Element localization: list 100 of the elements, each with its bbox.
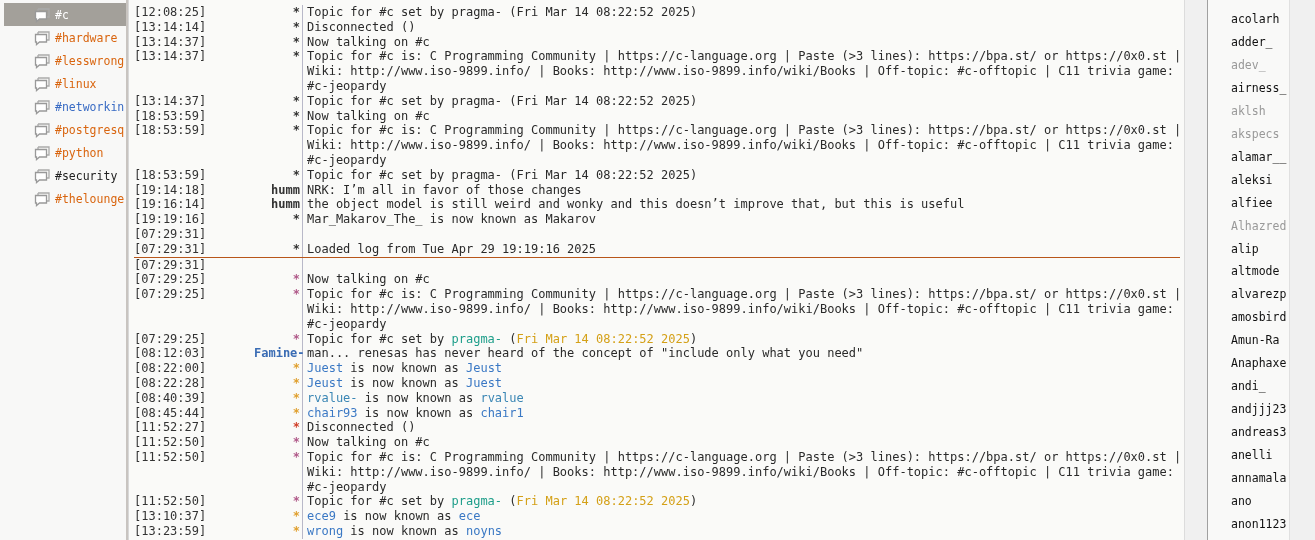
timestamp: [11:52:50] — [134, 435, 208, 450]
nick: * — [292, 405, 300, 420]
timestamp: [07:29:25] — [134, 272, 208, 288]
timestamp: [08:40:39] — [134, 390, 208, 406]
nick: * — [292, 435, 300, 450]
timestamp: [07:29:25] — [134, 331, 208, 347]
message-text: Topic for #c is: C Programming Community | https://c-language.org | Paste (>3 lines): https://bpa.st/ or https://0x0.st | Wiki: http://www.iso-9899.info/ | Books: http://www.iso-9899.info/wiki/Books | Off-topic: #c-offtopic | C11 trivia game: #c-jeopardy — [307, 449, 1183, 495]
timestamp: [13:14:14] — [134, 19, 208, 35]
user-name[interactable]: anon1123 — [1231, 516, 1289, 540]
timestamp: [13:10:37] — [134, 509, 208, 524]
message-text: Topic for #c is: C Programming Community | https://c-language.org | Paste (>3 lines): https://bpa.st/ or https://0x0.st | Wiki: http://www.iso-9899.info/ | Books: http://www.iso-9899.info/wiki/Books | Off-topic: #c-offtopic | C11 trivia game: #c-jeopardy — [307, 287, 1183, 332]
nick: humm — [271, 197, 300, 212]
timestamp: [19:14:18] — [134, 182, 208, 198]
message-text: Topic for #c is: C Programming Community | https://c-language.org | Paste (>3 lines): https://bpa.st/ or https://0x0.st | Wiki: http://www.iso-9899.info/ | Books: http://www.iso-9899.info/wiki/Books | Off-topic: #c-offtopic | C11 trivia game: #c-jeopardy — [307, 49, 1183, 94]
timestamp: [11:52:27] — [134, 420, 208, 436]
message-text: Disconnected () — [307, 19, 417, 35]
user-name[interactable]: altmode — [1231, 264, 1289, 288]
timestamp: [07:29:31] — [134, 241, 208, 257]
user-name[interactable]: alip — [1231, 241, 1289, 265]
timestamp: [19:19:16] — [134, 212, 208, 227]
channel-item[interactable]: #hardware — [4, 26, 126, 49]
timestamp: [08:12:03] — [134, 346, 208, 362]
user-name[interactable]: alfiee — [1231, 195, 1289, 219]
nick: * — [292, 420, 300, 435]
chat-bubbles-icon — [34, 6, 51, 23]
nick: * — [292, 509, 300, 524]
user-name[interactable]: andjjj23 — [1231, 402, 1289, 426]
nick: * — [292, 108, 300, 123]
channel-item[interactable]: #linux — [4, 72, 126, 95]
message-text: wrong is now known as noyns — [307, 523, 504, 539]
nick: * — [292, 241, 300, 256]
timestamp: [18:53:59] — [134, 123, 208, 140]
timestamp: [13:14:37] — [134, 34, 208, 50]
nick: * — [292, 390, 300, 405]
user-name[interactable]: andreas3 — [1231, 425, 1289, 449]
message-text: Loaded log from Tue Apr 29 19:19:16 2025 — [307, 241, 597, 257]
nick: * — [292, 123, 300, 138]
user-name[interactable]: Amun-Ra — [1231, 333, 1289, 357]
user-name[interactable]: alvarezp — [1231, 287, 1289, 311]
nick: * — [292, 93, 300, 108]
nick: humm — [271, 182, 300, 197]
user-name[interactable]: adder_ — [1231, 34, 1289, 58]
message-text: Disconnected () — [307, 420, 417, 436]
message-text: Topic for #c set by pragma- (Fri Mar 14 08:22:52 2025) — [307, 5, 699, 20]
user-name[interactable]: airness_ — [1231, 80, 1289, 104]
message-text: Now talking on #c — [307, 272, 431, 288]
message-text: Topic for #c set by pragma- (Fri Mar 14 08:22:52 2025) — [307, 93, 699, 109]
user-name[interactable]: aleksi — [1231, 172, 1289, 196]
nick: * — [292, 331, 300, 346]
nick: * — [292, 375, 300, 390]
message-text: NRK: I’m all in favor of those changes — [307, 182, 583, 198]
nick: * — [292, 212, 300, 227]
timestamp: [13:14:37] — [134, 49, 208, 66]
timestamp: [08:22:28] — [134, 375, 208, 391]
nick: * — [292, 361, 300, 376]
user-name[interactable]: acolarh — [1231, 12, 1289, 35]
nick: * — [292, 34, 300, 49]
channel-item[interactable]: #security — [4, 164, 126, 187]
timestamp: [07:29:25] — [134, 287, 208, 304]
channel-item[interactable]: #python — [4, 141, 126, 164]
message-text: Now talking on #c — [307, 34, 431, 50]
chat-bubbles-icon — [34, 29, 51, 46]
timestamp: [07:29:31] — [134, 226, 208, 242]
timestamp: [08:22:00] — [134, 361, 208, 376]
timestamp: [07:29:31] — [134, 257, 208, 273]
chat-bubbles-icon — [34, 167, 51, 184]
message-text: Topic for #c set by pragma- (Fri Mar 14 08:22:52 2025) — [307, 167, 699, 183]
message-text: Mar_Makarov_The_ is now known as Makarov — [307, 212, 597, 227]
nick: * — [292, 5, 300, 19]
nick: * — [292, 19, 300, 34]
chat-bubbles-icon — [34, 75, 51, 92]
message-text: Jeust is now known as Juest — [307, 375, 504, 391]
message-text: ece9 is now known as ece — [307, 509, 482, 524]
chat-bubbles-icon — [34, 52, 51, 69]
user-name[interactable]: andi_ — [1231, 379, 1289, 403]
message-text: the object model is still weird and wonky and this doesn’t improve that, but this is useful — [307, 197, 966, 213]
timestamp: [18:53:59] — [134, 167, 208, 183]
user-name[interactable]: Anaphaxe — [1231, 356, 1289, 380]
channel-item[interactable]: #networkin — [4, 95, 126, 118]
nick: * — [292, 287, 300, 302]
nick: * — [292, 167, 300, 182]
message-text: rvalue- is now known as rvalue — [307, 390, 525, 406]
chat-bubbles-icon — [34, 190, 51, 207]
nick: Famine- — [254, 346, 305, 361]
nick: * — [292, 272, 300, 287]
timestamp: [19:16:14] — [134, 197, 208, 213]
user-name[interactable]: anelli — [1231, 448, 1289, 472]
message-text: Juest is now known as Jeust — [307, 361, 504, 376]
chat-bubbles-icon — [34, 98, 51, 115]
message-text: Now talking on #c — [307, 108, 431, 124]
message-text: Now talking on #c — [307, 435, 431, 450]
timestamp: [13:23:59] — [134, 523, 208, 539]
nick: * — [292, 523, 300, 538]
user-name[interactable]: ano — [1231, 494, 1289, 517]
timestamp: [12:08:25] — [134, 5, 208, 20]
user-name[interactable]: amosbird — [1231, 310, 1289, 334]
nick: * — [292, 49, 300, 64]
timestamp: [18:53:59] — [134, 108, 208, 124]
user-name[interactable]: alamar__ — [1231, 149, 1289, 173]
user-name[interactable]: annamala — [1231, 471, 1289, 494]
